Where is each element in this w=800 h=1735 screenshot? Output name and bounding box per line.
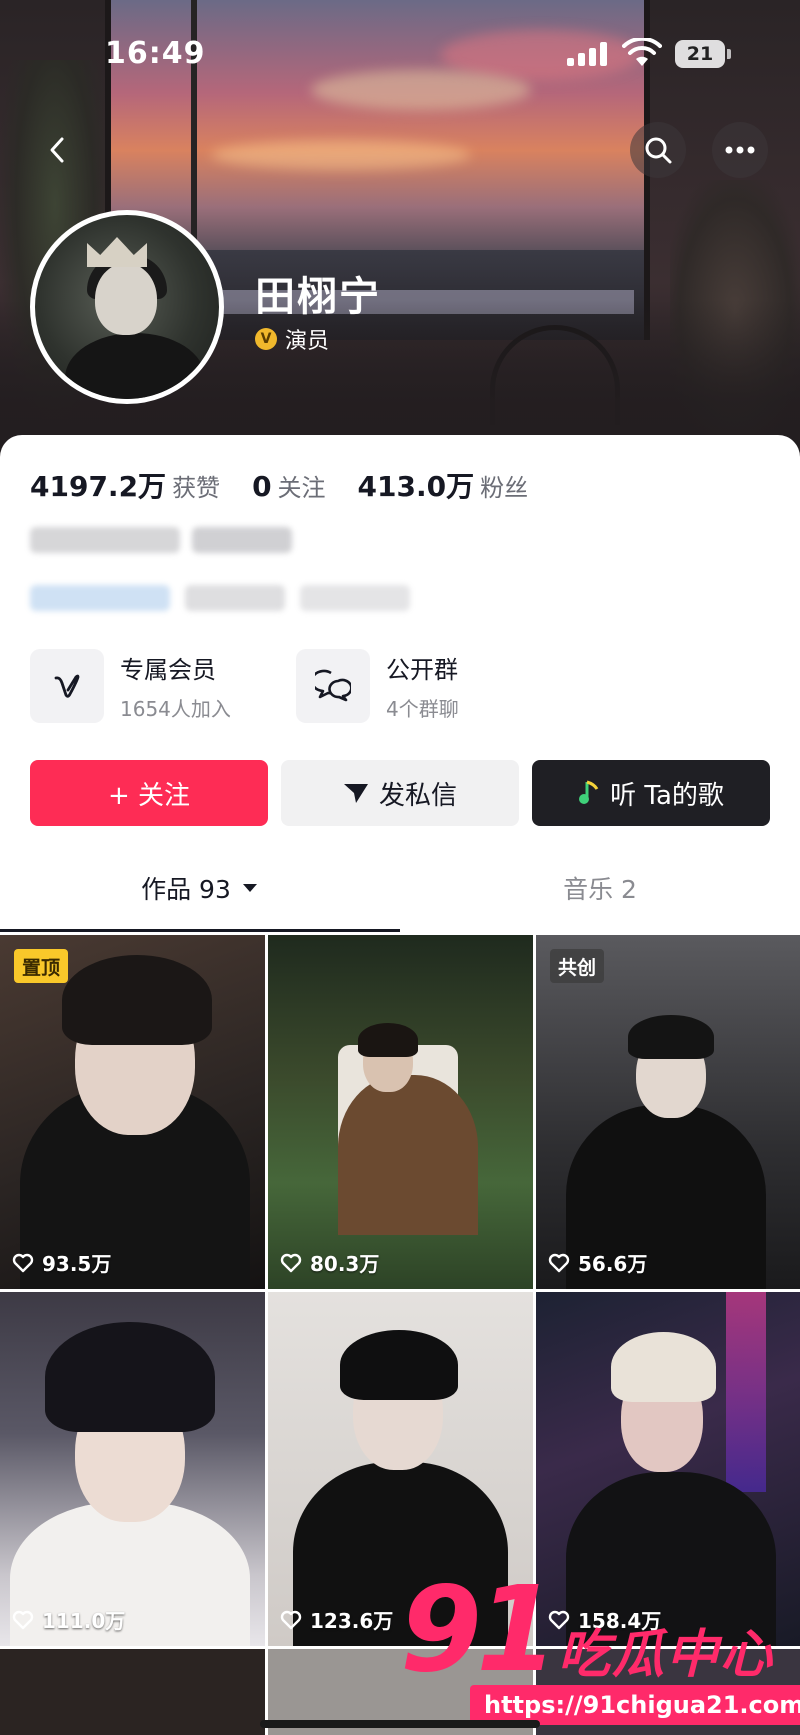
group-chat-icon bbox=[315, 669, 351, 702]
cellular-signal-icon bbox=[567, 42, 609, 66]
profile-stats: 4197.2万 获赞 0 关注 413.0万 粉丝 bbox=[30, 465, 560, 505]
send-arrow-icon bbox=[343, 784, 368, 803]
more-button[interactable] bbox=[712, 122, 768, 178]
video-likes: 56.6万 bbox=[548, 1248, 647, 1277]
watermark: 91 吃瓜中心 https://91chigua21.com bbox=[400, 1570, 800, 1730]
search-icon bbox=[645, 137, 672, 164]
stat-likes[interactable]: 4197.2万 获赞 bbox=[30, 465, 220, 505]
heart-icon bbox=[548, 1253, 570, 1272]
video-tile[interactable]: 111.0万 bbox=[0, 1292, 265, 1646]
watermark-url: https://91chigua21.com bbox=[470, 1685, 800, 1725]
video-tile[interactable] bbox=[0, 1649, 265, 1735]
status-time: 16:49 bbox=[105, 36, 206, 71]
membership-title: 专属会员 bbox=[120, 656, 216, 684]
home-indicator bbox=[260, 1720, 540, 1728]
follow-label: + 关注 bbox=[107, 780, 191, 811]
heart-icon bbox=[280, 1253, 302, 1272]
wifi-icon bbox=[622, 38, 662, 66]
heart-icon bbox=[280, 1610, 302, 1629]
group-chat-count: 4个群聊 bbox=[386, 697, 459, 721]
watermark-text: 吃瓜中心 bbox=[558, 1625, 775, 1685]
membership-count: 1654人加入 bbox=[120, 697, 231, 721]
group-chat-entry[interactable]: 公开群 4个群聊 bbox=[296, 647, 459, 725]
heart-icon bbox=[12, 1253, 34, 1272]
membership-v-icon bbox=[54, 674, 80, 698]
back-button[interactable] bbox=[30, 122, 86, 178]
listen-songs-label: 听 Ta的歌 bbox=[610, 780, 724, 811]
video-likes: 93.5万 bbox=[12, 1248, 111, 1277]
search-button[interactable] bbox=[630, 122, 686, 178]
direct-message-label: 发私信 bbox=[378, 780, 457, 811]
direct-message-button[interactable]: 发私信 bbox=[281, 760, 519, 826]
heart-icon bbox=[12, 1610, 34, 1629]
video-tile[interactable]: 共创 56.6万 bbox=[536, 935, 800, 1289]
content-tabs: 作品 93 音乐 2 bbox=[0, 853, 800, 923]
membership-entry[interactable]: 专属会员 1654人加入 bbox=[30, 647, 231, 725]
video-likes: 80.3万 bbox=[280, 1248, 379, 1277]
stat-followers[interactable]: 413.0万 粉丝 bbox=[358, 465, 529, 505]
follow-button[interactable]: + 关注 bbox=[30, 760, 268, 826]
stat-following[interactable]: 0 关注 bbox=[252, 468, 325, 503]
verified-badge-icon: V bbox=[255, 328, 277, 350]
tab-underline bbox=[0, 929, 400, 932]
avatar[interactable] bbox=[30, 210, 224, 404]
profile-name: 田栩宁 bbox=[255, 274, 381, 320]
pinned-tag: 置顶 bbox=[14, 949, 69, 983]
video-tile[interactable]: 80.3万 bbox=[268, 935, 533, 1289]
video-likes: 111.0万 bbox=[12, 1605, 125, 1634]
chevron-left-icon bbox=[50, 137, 64, 163]
music-note-icon bbox=[579, 780, 599, 804]
profile-sheet: 4197.2万 获赞 0 关注 413.0万 粉丝 专属会员 1654人加入 公… bbox=[0, 435, 800, 1735]
watermark-number: 91 bbox=[400, 1560, 558, 1698]
verified-title: 演员 bbox=[285, 329, 330, 354]
verified-label: V 演员 bbox=[255, 323, 329, 355]
video-tile[interactable]: 置顶 93.5万 bbox=[0, 935, 265, 1289]
group-chat-title: 公开群 bbox=[386, 656, 458, 684]
listen-songs-button[interactable]: 听 Ta的歌 bbox=[532, 760, 770, 826]
video-likes: 123.6万 bbox=[280, 1605, 393, 1634]
tab-music[interactable]: 音乐 2 bbox=[400, 853, 800, 923]
tab-works[interactable]: 作品 93 bbox=[0, 853, 400, 923]
caret-down-icon bbox=[242, 884, 257, 892]
battery-indicator: 21 bbox=[675, 40, 731, 68]
more-dots-icon bbox=[725, 146, 755, 154]
co-creation-tag: 共创 bbox=[550, 949, 605, 983]
status-bar: 16:49 21 bbox=[0, 0, 800, 110]
